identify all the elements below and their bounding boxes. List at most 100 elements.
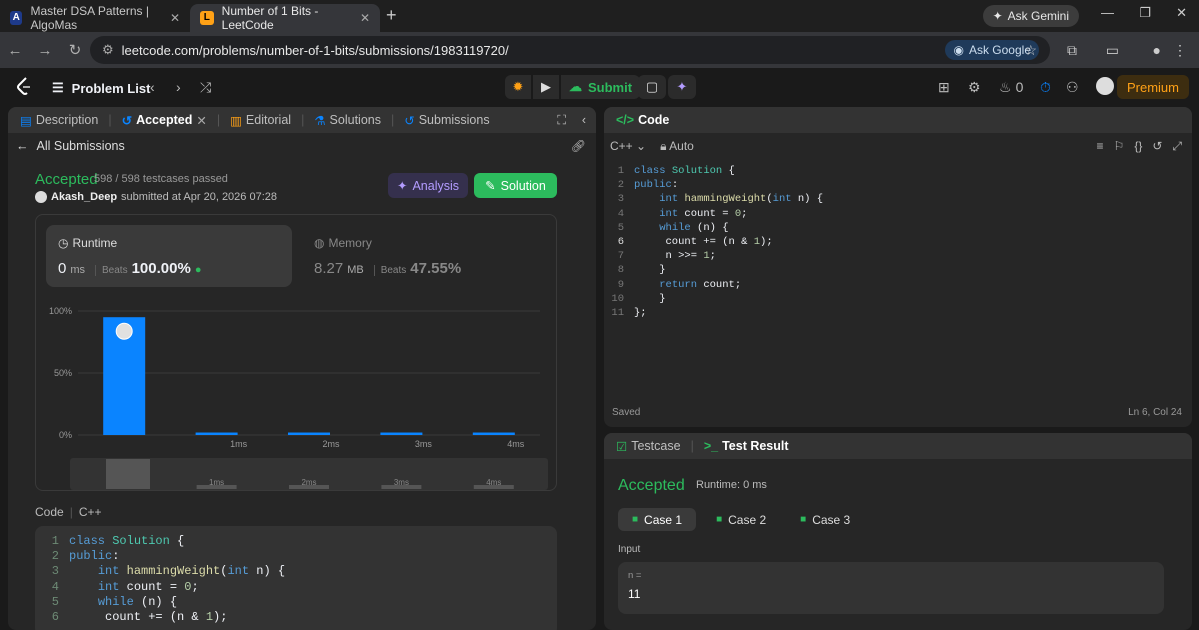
prev-problem-icon[interactable]: ‹	[150, 79, 155, 95]
line-number: 3	[617, 193, 624, 206]
close-icon[interactable]: ✕	[196, 113, 206, 128]
code-text: while (n) {	[659, 221, 729, 234]
bookmark-star-icon[interactable]: ☆	[1024, 42, 1037, 59]
reload-icon[interactable]: ↻	[60, 41, 90, 59]
link-icon[interactable]: 🔗︎	[571, 139, 586, 153]
settings-gear-icon[interactable]: ⚙	[968, 79, 981, 96]
analysis-button[interactable]: ✦ Analysis	[388, 173, 468, 198]
code-text: class Solution {	[69, 534, 185, 548]
layout-icon[interactable]: ⊞	[938, 79, 950, 96]
check-icon: ■	[716, 514, 723, 525]
tab-solutions[interactable]: ⚗ Solutions	[310, 113, 385, 128]
lens-icon: ◉	[953, 43, 964, 57]
testcases-passed: 598 / 598 testcases passed	[94, 173, 228, 185]
debug-button[interactable]: ✹	[505, 75, 531, 99]
problem-list-button[interactable]: ☰ Problem List	[52, 80, 150, 96]
close-icon[interactable]: ✕	[360, 11, 370, 25]
bookmark-icon[interactable]: ⚐	[1114, 139, 1125, 154]
memory-card[interactable]: ◍ Memory 8.27 MB Beats 47.55%	[302, 225, 548, 287]
code-line: 2 public:	[604, 178, 1192, 192]
sparkle-icon: ✦	[396, 179, 408, 193]
leetcode-logo[interactable]	[14, 76, 34, 96]
case-tab[interactable]: ■ Case 1	[618, 508, 697, 531]
line-number: 11	[611, 307, 624, 320]
ask-gemini-button[interactable]: ✦ Ask Gemini	[982, 5, 1079, 27]
solution-label: Solution	[500, 178, 546, 193]
code-line: 11};	[604, 306, 1192, 320]
input-variable-name: n =	[628, 570, 642, 581]
code-text: count += (n & 1);	[69, 610, 228, 625]
streak-counter[interactable]: ♨ 0	[999, 79, 1023, 96]
site-info-icon[interactable]: ⚙	[102, 42, 114, 58]
badge-icon: ●	[194, 264, 202, 276]
tab-accepted[interactable]: ↺ Accepted ✕	[118, 113, 211, 128]
code-text: };	[634, 307, 647, 320]
case-tab[interactable]: ■ Case 3	[786, 508, 864, 531]
back-icon[interactable]: ←	[0, 42, 30, 59]
profile-icon[interactable]: ●	[1153, 42, 1161, 58]
note-icon: ▢	[645, 79, 659, 94]
close-window-icon[interactable]: ✕	[1176, 5, 1187, 21]
streak-count: 0	[1015, 79, 1024, 95]
solution-button[interactable]: ✎ Solution	[474, 173, 557, 198]
browser-tab-algomaster[interactable]: A Master DSA Patterns | AlgoMas ✕	[0, 4, 190, 32]
submit-button[interactable]: ☁ Submit	[561, 75, 641, 99]
tab-testcase[interactable]: ☑ Testcase	[612, 439, 685, 454]
case-tab[interactable]: ■ Case 2	[702, 508, 780, 531]
browser-tab-leetcode[interactable]: L Number of 1 Bits - LeetCode ✕	[190, 4, 380, 32]
add-user-icon[interactable]: ⚇	[1066, 79, 1079, 96]
code-editor[interactable]: 1 class Solution {2 public: 3 int hammingWe…	[604, 164, 1192, 364]
auto-mode[interactable]: 🔒︎ Auto	[660, 139, 694, 154]
user-avatar-marker	[115, 322, 133, 340]
menu-icon[interactable]: ⋮	[1173, 42, 1187, 59]
username[interactable]: Akash_Deep	[51, 191, 117, 203]
timer-icon[interactable]: ⏱	[1040, 79, 1051, 96]
browser-tab-bar: A Master DSA Patterns | AlgoMas ✕ L Numb…	[0, 0, 1199, 32]
code-icon: </>	[616, 113, 635, 127]
premium-label: Premium	[1126, 79, 1179, 95]
line-number: 4	[51, 579, 59, 594]
premium-button[interactable]: Premium	[1116, 75, 1189, 99]
extensions-icon[interactable]: ⧉	[1067, 42, 1077, 59]
expand-icon[interactable]: ⤢	[1172, 139, 1182, 154]
submitted-time: submitted at Apr 20, 2026 07:28	[121, 191, 277, 203]
tab-title: Master DSA Patterns | AlgoMas	[30, 4, 149, 32]
line-number: 8	[617, 264, 624, 277]
check-icon: ■	[632, 514, 639, 525]
format-icon[interactable]: ≡	[1097, 139, 1104, 154]
close-icon[interactable]: ✕	[170, 11, 180, 25]
language-select[interactable]: C++ ⌄	[610, 139, 646, 154]
tab-submissions[interactable]: ↺ Submissions	[400, 113, 493, 128]
maximize-icon[interactable]: ❐	[1139, 5, 1151, 21]
collapse-icon[interactable]: ‹	[582, 113, 586, 127]
run-button[interactable]: ▶	[533, 75, 559, 99]
cursor-position: Ln 6, Col 24	[1128, 407, 1182, 418]
forward-icon[interactable]: →	[30, 42, 60, 59]
case-label: Case 3	[812, 512, 851, 527]
fullscreen-icon[interactable]: ⛶	[557, 113, 566, 128]
reset-icon[interactable]: ↺	[1152, 139, 1162, 154]
tab-editorial[interactable]: ▥ Editorial	[226, 113, 295, 128]
clock-icon: ◷	[58, 236, 69, 250]
ai-button[interactable]: ✦	[668, 75, 696, 99]
test-result-panel: ☑ Testcase | >_ Test Result Accepted Runti…	[604, 433, 1192, 630]
next-problem-icon[interactable]: ›	[176, 79, 181, 95]
tab-code[interactable]: </> Code	[612, 113, 673, 127]
new-tab-button[interactable]: +	[386, 5, 397, 26]
code-line: 7 n >>= 1;	[604, 249, 1192, 263]
cast-icon[interactable]: ▭	[1106, 42, 1119, 59]
all-submissions-link[interactable]: ← All Submissions	[16, 139, 125, 153]
tab-test-result[interactable]: >_ Test Result	[700, 439, 793, 453]
notes-button[interactable]: ▢	[638, 75, 666, 99]
flask-icon: ⚗	[314, 113, 326, 128]
braces-icon[interactable]: {}	[1134, 139, 1142, 154]
shuffle-icon[interactable]: ⤮	[200, 79, 211, 96]
tab-description[interactable]: ▤ Description	[16, 113, 102, 128]
url-input[interactable]: ⚙ leetcode.com/problems/number-of-1-bits…	[90, 36, 1050, 64]
avatar[interactable]	[1096, 77, 1114, 98]
chart-overview-window	[106, 459, 150, 489]
gemini-icon: ✦	[992, 9, 1003, 23]
minimize-icon[interactable]: —	[1101, 5, 1114, 20]
runtime-card[interactable]: ◷ Runtime 0 ms Beats 100.00% ●	[46, 225, 292, 287]
memory-icon: ◍	[314, 236, 325, 250]
